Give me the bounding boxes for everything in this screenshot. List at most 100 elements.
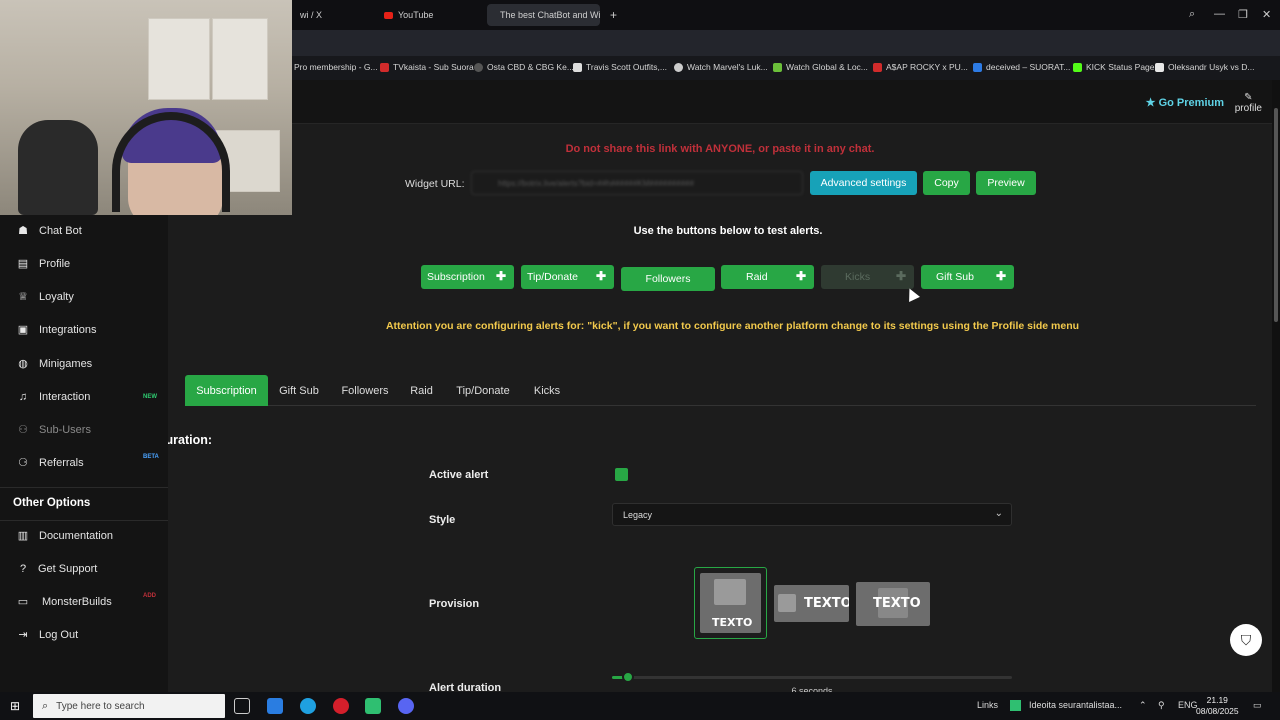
minimize-icon[interactable]: —	[1214, 8, 1225, 20]
windows-start-icon[interactable]: ⊞	[10, 700, 24, 712]
sidebar-item-interaction[interactable]: ♫ Interaction NEW	[0, 383, 168, 411]
sidebar-item-log-out[interactable]: ⇥ Log Out	[0, 621, 168, 649]
kitchen-cabinet	[148, 18, 210, 100]
chevron-up-icon[interactable]: ⌃	[1139, 700, 1147, 711]
attention-text: Attention you are configuring alerts for…	[385, 320, 1080, 332]
bookmark[interactable]: Pro membership - G...	[294, 62, 378, 72]
test-raid-button[interactable]: Raid ✚	[721, 265, 814, 289]
bookmark-favicon-icon	[674, 62, 683, 72]
bookmark[interactable]: Watch Global & Loc...	[773, 62, 868, 72]
browser-tab[interactable]: YouTube	[376, 4, 481, 26]
robot-icon: ☗	[18, 225, 28, 237]
tab-gift-sub[interactable]: Gift Sub	[273, 375, 325, 406]
webcam-overlay	[0, 0, 292, 215]
close-icon[interactable]: ✕	[1262, 8, 1271, 21]
feather-icon: ✎	[1244, 92, 1253, 103]
app-icon[interactable]	[365, 698, 381, 714]
tab-followers[interactable]: Followers	[336, 375, 394, 406]
globe-icon	[474, 62, 483, 72]
bookmark[interactable]: Watch Marvel's Luk...	[674, 62, 768, 72]
youtube-icon	[384, 11, 393, 19]
language-indicator[interactable]: ENG	[1178, 700, 1198, 710]
tab-raid[interactable]: Raid	[404, 375, 439, 406]
taskbar-search[interactable]: ⌕ Type here to search	[33, 694, 225, 718]
advanced-settings-button[interactable]: Advanced settings	[810, 171, 917, 195]
profile-link[interactable]: ✎ profile	[1235, 92, 1262, 114]
tab-kicks[interactable]: Kicks	[527, 375, 567, 406]
trophy-icon: ♕	[18, 291, 28, 303]
beta-badge: BETA	[143, 454, 159, 460]
bookmark[interactable]: TVkaista - Sub Suora	[380, 62, 474, 72]
preview-button[interactable]: Preview	[976, 171, 1036, 195]
test-gift-sub-button[interactable]: Gift Sub ✚	[921, 265, 1014, 289]
bookmark-favicon-icon	[1155, 62, 1164, 72]
sidebar-item-monsterbuilds[interactable]: ▭ MonsterBuilds ADD	[0, 588, 168, 616]
plus-icon: ✚	[995, 269, 1006, 283]
notification-text[interactable]: Ideoita seurantalistaa...	[1029, 700, 1122, 710]
bookmark-favicon-icon	[773, 62, 782, 72]
alert-tabs: Subscription Gift Sub Followers Raid Tip…	[185, 375, 1256, 406]
links-toolbar[interactable]: Links	[977, 700, 998, 710]
tab-subscription[interactable]: Subscription	[185, 375, 268, 406]
sidebar-item-minigames[interactable]: ◍ Minigames	[0, 350, 168, 378]
question-icon: ?	[19, 563, 27, 575]
bookmark[interactable]: Osta CBD & CBG Ke...	[474, 62, 574, 72]
divider	[0, 487, 168, 488]
book-icon: ▥	[17, 530, 29, 542]
task-view-icon[interactable]	[234, 698, 250, 714]
edge-icon[interactable]	[300, 698, 316, 714]
network-icon[interactable]: ⚲	[1158, 700, 1165, 711]
page-scrollbar[interactable]	[1272, 80, 1280, 692]
copilot-icon[interactable]	[267, 698, 283, 714]
test-subscription-button[interactable]: Subscription ✚	[421, 265, 514, 289]
search-icon[interactable]: ⌕	[1189, 8, 1195, 21]
add-badge: ADD	[143, 593, 156, 599]
sidebar: ☗ Chat Bot ▤ Profile ♕ Loyalty ▣ Integra…	[0, 215, 168, 692]
sidebar-item-referrals[interactable]: ⚆ Referrals BETA	[0, 449, 168, 477]
logout-icon: ⇥	[18, 629, 28, 641]
bookmark[interactable]: KICK Status Page	[1073, 62, 1155, 72]
sidebar-item-loyalty[interactable]: ♕ Loyalty	[0, 283, 168, 311]
tab-label: wi / X	[300, 10, 323, 20]
taskbar: ⊞ ⌕ Type here to search Links Ideoita se…	[0, 692, 1280, 720]
main-content: Do not share this link with ANYONE, or p…	[168, 124, 1272, 692]
browser-tab[interactable]: wi / X	[292, 4, 372, 26]
gaming-chair	[18, 120, 98, 215]
notifications-icon[interactable]: ▭	[1253, 700, 1262, 711]
bookmark[interactable]: Oleksandr Usyk vs D...	[1155, 62, 1254, 72]
sidebar-item-chat-bot[interactable]: ☗ Chat Bot	[0, 217, 168, 245]
clock[interactable]: 21.19 08/08/2025	[1196, 695, 1239, 717]
widget-url-label: Widget URL:	[405, 178, 465, 190]
sidebar-item-sub-users[interactable]: ⚇ Sub-Users	[0, 416, 168, 444]
widget-url-field[interactable]: https://botrix.live/alerts?bid=##h######…	[471, 171, 803, 195]
tab-label: The best ChatBot and Wi...	[500, 10, 600, 20]
go-premium-link[interactable]: ★ Go Premium	[1146, 96, 1224, 109]
new-tab-button[interactable]: +	[602, 4, 622, 26]
plus-icon: ✚	[595, 269, 606, 283]
plus-icon: ✚	[895, 269, 906, 283]
tab-tip-donate[interactable]: Tip/Donate	[448, 375, 518, 406]
test-followers-button[interactable]: Followers	[621, 267, 715, 291]
sidebar-item-documentation[interactable]: ▥ Documentation	[0, 522, 168, 550]
new-badge: NEW	[143, 394, 157, 400]
test-tip-donate-button[interactable]: Tip/Donate ✚	[521, 265, 614, 289]
sidebar-item-integrations[interactable]: ▣ Integrations	[0, 316, 168, 344]
restore-icon[interactable]: ❐	[1238, 8, 1248, 21]
plug-icon: ▣	[17, 324, 29, 336]
sidebar-item-get-support[interactable]: ? Get Support	[0, 555, 168, 583]
bookmark-favicon-icon	[573, 62, 582, 72]
test-kicks-button: Kicks ✚	[821, 265, 914, 289]
referral-icon: ⚆	[18, 457, 28, 469]
kitchen-cabinet	[212, 18, 268, 100]
bookmark[interactable]: A$AP ROCKY x PU...	[873, 62, 968, 72]
gamepad-icon: ◍	[18, 358, 28, 370]
bookmark[interactable]: Travis Scott Outfits,...	[573, 62, 667, 72]
discord-icon[interactable]	[398, 698, 414, 714]
bookmark[interactable]: deceived – SUORAT...	[973, 62, 1070, 72]
sidebar-item-profile[interactable]: ▤ Profile	[0, 250, 168, 278]
copy-button[interactable]: Copy	[923, 171, 970, 195]
plus-icon: ✚	[495, 269, 506, 283]
opera-gx-icon[interactable]	[333, 698, 349, 714]
scrollbar-thumb[interactable]	[1274, 108, 1278, 322]
browser-tab-active[interactable]: The best ChatBot and Wi...	[487, 4, 600, 26]
